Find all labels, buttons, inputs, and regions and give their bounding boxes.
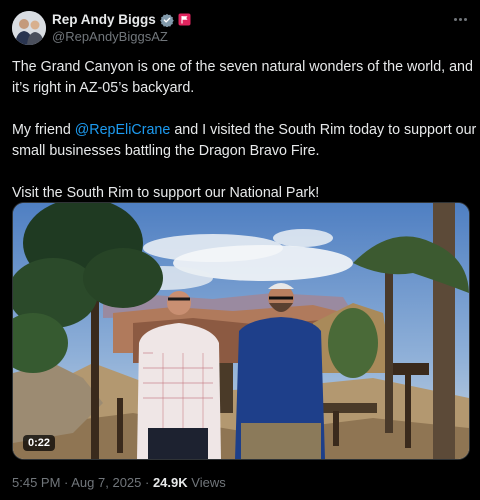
flag-badge-icon <box>178 13 191 26</box>
author-name-row[interactable]: Rep Andy Biggs <box>52 11 191 28</box>
tweet-paragraph-1: The Grand Canyon is one of the seven nat… <box>12 57 474 99</box>
more-options-icon[interactable] <box>450 12 470 26</box>
author-display-name[interactable]: Rep Andy Biggs <box>52 12 156 27</box>
mention-link[interactable]: @RepEliCrane <box>75 122 171 138</box>
video-thumbnail <box>13 203 469 459</box>
profile-photo <box>12 11 46 45</box>
tweet-line-1: The Grand Canyon is one of the seven nat… <box>12 59 473 75</box>
tweet-line-5: Visit the South Rim to support our Natio… <box>12 185 320 201</box>
verified-badge-icon <box>159 13 174 27</box>
avatar[interactable] <box>12 11 46 45</box>
tweet-metadata: 5:45 PM · Aug 7, 2025 · 24.9K Views <box>12 475 226 490</box>
tweet: Rep Andy Biggs @RepAndyBiggsAZ The Grand… <box>0 0 480 500</box>
author-handle[interactable]: @RepAndyBiggsAZ <box>52 29 168 44</box>
tweet-paragraph-2: My friend @RepEliCrane and I visited the… <box>12 120 477 162</box>
video-duration: 0:22 <box>23 435 56 451</box>
tweet-text-rest: and I visited the South Rim today to sup… <box>170 122 477 138</box>
video-player[interactable]: 0:22 <box>12 202 470 460</box>
tweet-text-prefix: My friend <box>12 122 75 138</box>
tweet-date[interactable]: Aug 7, 2025 <box>71 475 141 490</box>
tweet-line-2: it’s right in AZ-05’s backyard. <box>12 80 195 96</box>
tweet-text: The Grand Canyon is one of the seven nat… <box>12 57 477 204</box>
tweet-paragraph-3: Visit the South Rim to support our Natio… <box>12 183 474 204</box>
views-count: 24.9K <box>152 475 188 490</box>
meta-separator: · <box>141 475 153 490</box>
meta-separator: · <box>60 475 72 490</box>
tweet-line-4: small businesses battling the Dragon Bra… <box>12 143 320 159</box>
views-label: Views <box>191 475 226 490</box>
tweet-time[interactable]: 5:45 PM <box>12 475 60 490</box>
